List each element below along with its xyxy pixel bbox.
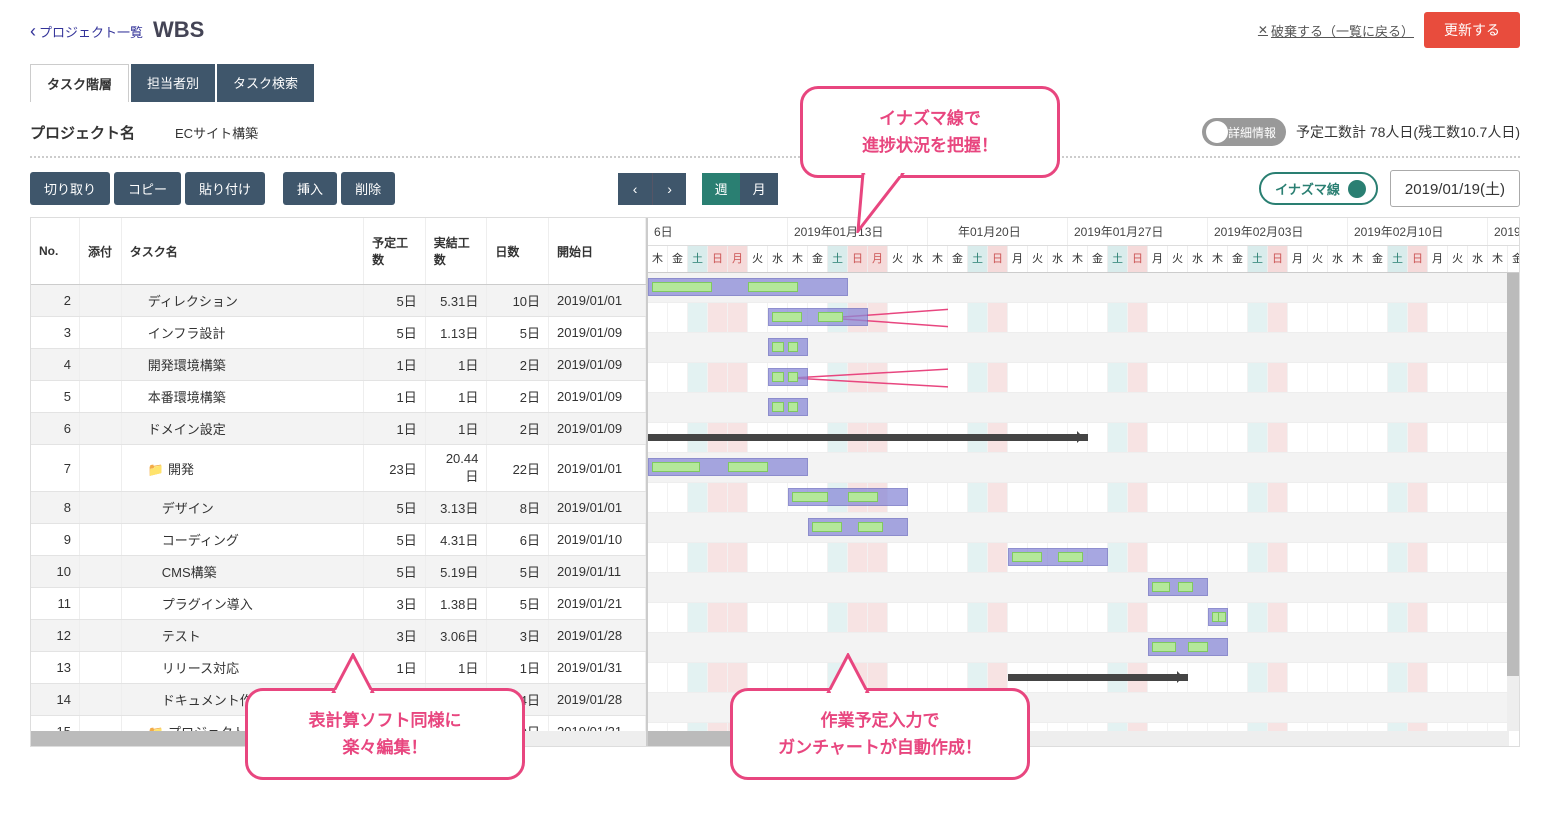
col-no[interactable]: No.	[31, 218, 79, 285]
copy-button[interactable]: コピー	[114, 172, 181, 205]
tab-by-assignee[interactable]: 担当者別	[131, 64, 215, 102]
breadcrumb[interactable]: プロジェクト一覧	[30, 21, 143, 42]
callout-gantt: 作業予定入力でガンチャートが自動作成！	[730, 688, 1030, 780]
gantt-row[interactable]	[648, 453, 1519, 483]
inazuma-toggle[interactable]: イナズマ線	[1259, 172, 1378, 205]
header: プロジェクト一覧 WBS 破棄する（一覧に戻る） 更新する	[30, 12, 1520, 48]
tab-task-hierarchy[interactable]: タスク階層	[30, 64, 129, 102]
gantt-row[interactable]	[648, 363, 1519, 393]
project-label: プロジェクト名	[30, 122, 135, 143]
update-button[interactable]: 更新する	[1424, 12, 1520, 48]
gantt-row[interactable]	[648, 573, 1519, 603]
next-button[interactable]: ›	[652, 173, 686, 205]
col-days[interactable]: 日数	[487, 218, 549, 285]
gantt-row[interactable]	[648, 543, 1519, 573]
col-name[interactable]: タスク名	[121, 218, 363, 285]
gantt-row[interactable]	[648, 333, 1519, 363]
table-row[interactable]: 10 CMS構築 5日5.19日5日2019/01/11	[31, 556, 646, 588]
table-row[interactable]: 8 デザイン 5日3.13日8日2019/01/01	[31, 492, 646, 524]
tabs: タスク階層 担当者別 タスク検索	[30, 64, 1520, 102]
gantt-row[interactable]	[648, 513, 1519, 543]
gantt-row[interactable]	[648, 273, 1519, 303]
tab-task-search[interactable]: タスク検索	[217, 64, 314, 102]
v-scrollbar[interactable]	[1507, 273, 1519, 731]
discard-link[interactable]: 破棄する（一覧に戻る）	[1258, 21, 1414, 40]
folder-icon: 📁	[148, 462, 164, 477]
insert-button[interactable]: 挿入	[283, 172, 337, 205]
col-plan[interactable]: 予定工数	[364, 218, 426, 285]
table-row[interactable]: 4 開発環境構築 1日1日2日2019/01/09	[31, 349, 646, 381]
table-row[interactable]: 3 インフラ設計 5日1.13日5日2019/01/09	[31, 317, 646, 349]
col-actual[interactable]: 実結工数	[425, 218, 487, 285]
table-row[interactable]: 12 テスト 3日3.06日3日2019/01/28	[31, 620, 646, 652]
gantt-row[interactable]	[648, 633, 1519, 663]
table-row[interactable]: 11 プラグイン導入 3日1.38日5日2019/01/21	[31, 588, 646, 620]
date-picker[interactable]: 2019/01/19(土)	[1390, 170, 1520, 207]
table-row[interactable]: 9 コーディング 5日4.31日6日2019/01/10	[31, 524, 646, 556]
callout-spreadsheet: 表計算ソフト同様に楽々編集！	[245, 688, 525, 780]
cut-button[interactable]: 切り取り	[30, 172, 110, 205]
table-row[interactable]: 5 本番環境構築 1日1日2日2019/01/09	[31, 381, 646, 413]
month-view-button[interactable]: 月	[740, 173, 778, 205]
workload-summary: 予定工数計 78人日(残工数10.7人日)	[1296, 122, 1520, 142]
table-row[interactable]: 6 ドメイン設定 1日1日2日2019/01/09	[31, 413, 646, 445]
page-title: WBS	[153, 17, 204, 43]
detail-toggle[interactable]: 詳細情報	[1202, 118, 1286, 146]
col-start[interactable]: 開始日	[549, 218, 646, 285]
col-attach[interactable]: 添付	[79, 218, 121, 285]
gantt-row[interactable]	[648, 393, 1519, 423]
prev-button[interactable]: ‹	[618, 173, 652, 205]
project-row: プロジェクト名 ECサイト構築 詳細情報 予定工数計 78人日(残工数10.7人…	[30, 112, 1520, 158]
gantt-row[interactable]	[648, 423, 1519, 453]
callout-inazuma: イナズマ線で進捗状況を把握！	[800, 86, 1060, 178]
week-view-button[interactable]: 週	[702, 173, 740, 205]
gantt-chart[interactable]: 6日2019年01月13日 年01月20日2019年01月27日2019年02月…	[646, 218, 1519, 746]
table-row[interactable]: 7 📁開発 23日20.44日22日2019/01/01	[31, 445, 646, 492]
main-split: No. 添付 タスク名 予定工数 実結工数 日数 開始日 2 ディレクション 5…	[30, 217, 1520, 747]
gantt-row[interactable]	[648, 483, 1519, 513]
delete-button[interactable]: 削除	[341, 172, 395, 205]
gantt-row[interactable]	[648, 603, 1519, 633]
table-row[interactable]: 2 ディレクション 5日5.31日10日2019/01/01	[31, 285, 646, 317]
project-name: ECサイト構築	[175, 123, 258, 142]
toolbar: 切り取り コピー 貼り付け 挿入 削除 ‹ › 週 月 イナズマ線 2019/0…	[30, 170, 1520, 207]
paste-button[interactable]: 貼り付け	[185, 172, 265, 205]
gantt-row[interactable]	[648, 303, 1519, 333]
